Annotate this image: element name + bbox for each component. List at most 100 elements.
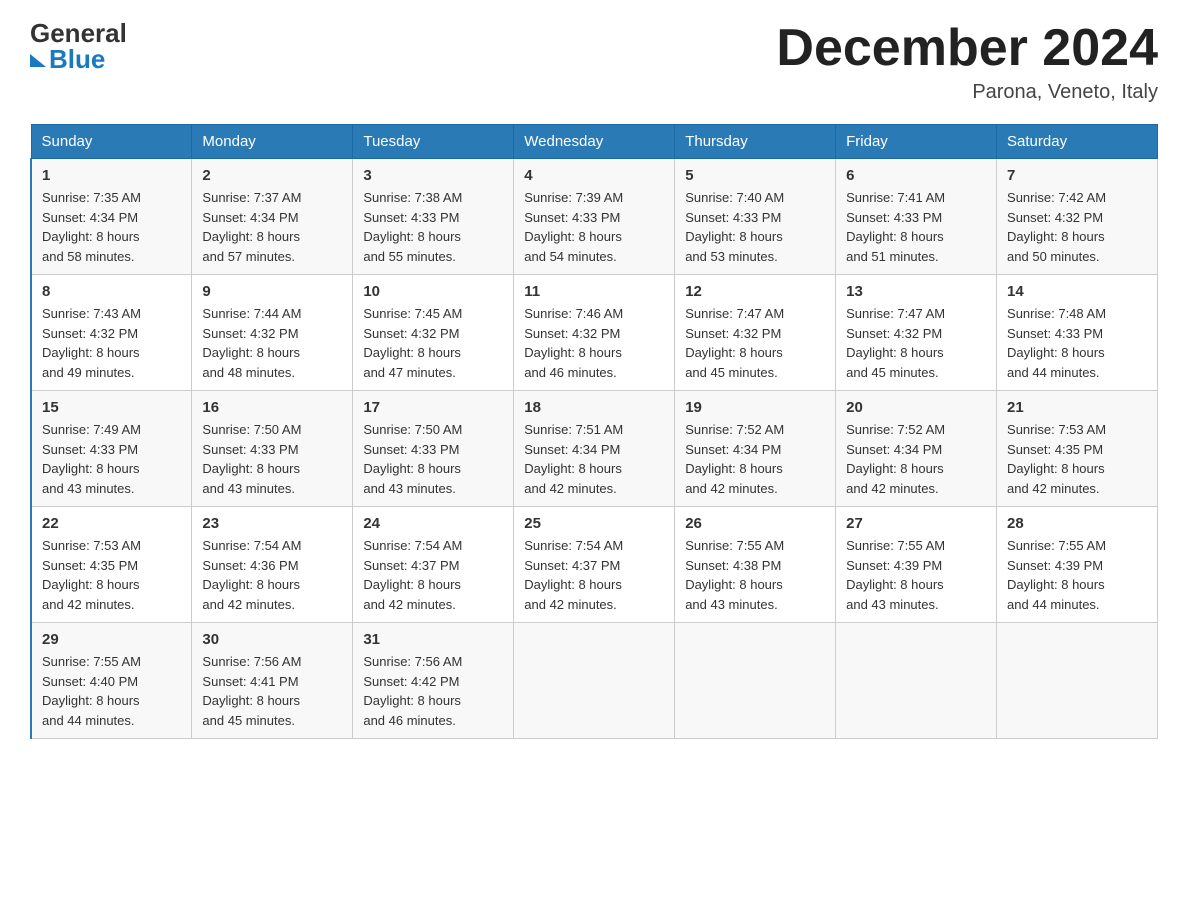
- calendar-cell: 20 Sunrise: 7:52 AM Sunset: 4:34 PM Dayl…: [836, 391, 997, 507]
- day-info: Sunrise: 7:54 AM Sunset: 4:37 PM Dayligh…: [363, 536, 503, 614]
- col-header-friday: Friday: [836, 125, 997, 159]
- day-number: 26: [685, 515, 825, 532]
- day-info: Sunrise: 7:35 AM Sunset: 4:34 PM Dayligh…: [42, 188, 181, 266]
- day-number: 5: [685, 167, 825, 184]
- location: Parona, Veneto, Italy: [776, 81, 1158, 104]
- day-number: 11: [524, 283, 664, 300]
- day-info: Sunrise: 7:44 AM Sunset: 4:32 PM Dayligh…: [202, 304, 342, 382]
- logo: General Blue: [30, 20, 127, 72]
- calendar-cell: 3 Sunrise: 7:38 AM Sunset: 4:33 PM Dayli…: [353, 159, 514, 275]
- day-info: Sunrise: 7:56 AM Sunset: 4:42 PM Dayligh…: [363, 652, 503, 730]
- col-header-wednesday: Wednesday: [514, 125, 675, 159]
- week-row-4: 22 Sunrise: 7:53 AM Sunset: 4:35 PM Dayl…: [31, 507, 1158, 623]
- day-number: 22: [42, 515, 181, 532]
- day-number: 1: [42, 167, 181, 184]
- day-info: Sunrise: 7:43 AM Sunset: 4:32 PM Dayligh…: [42, 304, 181, 382]
- day-info: Sunrise: 7:41 AM Sunset: 4:33 PM Dayligh…: [846, 188, 986, 266]
- week-row-3: 15 Sunrise: 7:49 AM Sunset: 4:33 PM Dayl…: [31, 391, 1158, 507]
- day-info: Sunrise: 7:38 AM Sunset: 4:33 PM Dayligh…: [363, 188, 503, 266]
- col-header-saturday: Saturday: [997, 125, 1158, 159]
- day-number: 9: [202, 283, 342, 300]
- day-number: 4: [524, 167, 664, 184]
- calendar-cell: 30 Sunrise: 7:56 AM Sunset: 4:41 PM Dayl…: [192, 623, 353, 739]
- day-info: Sunrise: 7:50 AM Sunset: 4:33 PM Dayligh…: [202, 420, 342, 498]
- week-row-2: 8 Sunrise: 7:43 AM Sunset: 4:32 PM Dayli…: [31, 275, 1158, 391]
- day-info: Sunrise: 7:52 AM Sunset: 4:34 PM Dayligh…: [685, 420, 825, 498]
- calendar-cell: 31 Sunrise: 7:56 AM Sunset: 4:42 PM Dayl…: [353, 623, 514, 739]
- title-section: December 2024 Parona, Veneto, Italy: [776, 20, 1158, 104]
- calendar-cell: [836, 623, 997, 739]
- calendar-cell: 5 Sunrise: 7:40 AM Sunset: 4:33 PM Dayli…: [675, 159, 836, 275]
- day-info: Sunrise: 7:42 AM Sunset: 4:32 PM Dayligh…: [1007, 188, 1147, 266]
- day-number: 7: [1007, 167, 1147, 184]
- day-info: Sunrise: 7:50 AM Sunset: 4:33 PM Dayligh…: [363, 420, 503, 498]
- logo-triangle-icon: [30, 54, 46, 67]
- day-number: 21: [1007, 399, 1147, 416]
- col-header-tuesday: Tuesday: [353, 125, 514, 159]
- day-info: Sunrise: 7:53 AM Sunset: 4:35 PM Dayligh…: [42, 536, 181, 614]
- day-info: Sunrise: 7:55 AM Sunset: 4:39 PM Dayligh…: [846, 536, 986, 614]
- calendar-cell: 11 Sunrise: 7:46 AM Sunset: 4:32 PM Dayl…: [514, 275, 675, 391]
- day-number: 29: [42, 631, 181, 648]
- day-info: Sunrise: 7:47 AM Sunset: 4:32 PM Dayligh…: [846, 304, 986, 382]
- day-info: Sunrise: 7:51 AM Sunset: 4:34 PM Dayligh…: [524, 420, 664, 498]
- calendar-cell: 15 Sunrise: 7:49 AM Sunset: 4:33 PM Dayl…: [31, 391, 192, 507]
- calendar-cell: 21 Sunrise: 7:53 AM Sunset: 4:35 PM Dayl…: [997, 391, 1158, 507]
- calendar-cell: 12 Sunrise: 7:47 AM Sunset: 4:32 PM Dayl…: [675, 275, 836, 391]
- day-number: 8: [42, 283, 181, 300]
- day-number: 18: [524, 399, 664, 416]
- logo-texts: General Blue: [30, 20, 127, 72]
- day-info: Sunrise: 7:55 AM Sunset: 4:40 PM Dayligh…: [42, 652, 181, 730]
- col-header-thursday: Thursday: [675, 125, 836, 159]
- calendar-cell: 4 Sunrise: 7:39 AM Sunset: 4:33 PM Dayli…: [514, 159, 675, 275]
- calendar-cell: [997, 623, 1158, 739]
- day-info: Sunrise: 7:45 AM Sunset: 4:32 PM Dayligh…: [363, 304, 503, 382]
- day-info: Sunrise: 7:39 AM Sunset: 4:33 PM Dayligh…: [524, 188, 664, 266]
- week-row-1: 1 Sunrise: 7:35 AM Sunset: 4:34 PM Dayli…: [31, 159, 1158, 275]
- day-number: 14: [1007, 283, 1147, 300]
- calendar-header-row: SundayMondayTuesdayWednesdayThursdayFrid…: [31, 125, 1158, 159]
- day-info: Sunrise: 7:54 AM Sunset: 4:36 PM Dayligh…: [202, 536, 342, 614]
- day-number: 6: [846, 167, 986, 184]
- calendar-cell: 13 Sunrise: 7:47 AM Sunset: 4:32 PM Dayl…: [836, 275, 997, 391]
- calendar-cell: 28 Sunrise: 7:55 AM Sunset: 4:39 PM Dayl…: [997, 507, 1158, 623]
- week-row-5: 29 Sunrise: 7:55 AM Sunset: 4:40 PM Dayl…: [31, 623, 1158, 739]
- calendar-table: SundayMondayTuesdayWednesdayThursdayFrid…: [30, 124, 1158, 739]
- calendar-cell: 23 Sunrise: 7:54 AM Sunset: 4:36 PM Dayl…: [192, 507, 353, 623]
- logo-blue: Blue: [30, 46, 127, 72]
- calendar-cell: 24 Sunrise: 7:54 AM Sunset: 4:37 PM Dayl…: [353, 507, 514, 623]
- day-info: Sunrise: 7:46 AM Sunset: 4:32 PM Dayligh…: [524, 304, 664, 382]
- day-number: 28: [1007, 515, 1147, 532]
- day-number: 10: [363, 283, 503, 300]
- calendar-cell: [514, 623, 675, 739]
- day-number: 13: [846, 283, 986, 300]
- calendar-cell: 9 Sunrise: 7:44 AM Sunset: 4:32 PM Dayli…: [192, 275, 353, 391]
- col-header-sunday: Sunday: [31, 125, 192, 159]
- day-info: Sunrise: 7:55 AM Sunset: 4:39 PM Dayligh…: [1007, 536, 1147, 614]
- calendar-cell: 25 Sunrise: 7:54 AM Sunset: 4:37 PM Dayl…: [514, 507, 675, 623]
- calendar-cell: 19 Sunrise: 7:52 AM Sunset: 4:34 PM Dayl…: [675, 391, 836, 507]
- day-info: Sunrise: 7:53 AM Sunset: 4:35 PM Dayligh…: [1007, 420, 1147, 498]
- calendar-cell: 17 Sunrise: 7:50 AM Sunset: 4:33 PM Dayl…: [353, 391, 514, 507]
- logo-general: General: [30, 20, 127, 46]
- calendar-cell: 16 Sunrise: 7:50 AM Sunset: 4:33 PM Dayl…: [192, 391, 353, 507]
- calendar-cell: 8 Sunrise: 7:43 AM Sunset: 4:32 PM Dayli…: [31, 275, 192, 391]
- calendar-cell: 29 Sunrise: 7:55 AM Sunset: 4:40 PM Dayl…: [31, 623, 192, 739]
- day-number: 27: [846, 515, 986, 532]
- day-info: Sunrise: 7:48 AM Sunset: 4:33 PM Dayligh…: [1007, 304, 1147, 382]
- day-number: 31: [363, 631, 503, 648]
- calendar-cell: [675, 623, 836, 739]
- day-number: 15: [42, 399, 181, 416]
- day-info: Sunrise: 7:49 AM Sunset: 4:33 PM Dayligh…: [42, 420, 181, 498]
- day-number: 20: [846, 399, 986, 416]
- day-number: 25: [524, 515, 664, 532]
- calendar-cell: 6 Sunrise: 7:41 AM Sunset: 4:33 PM Dayli…: [836, 159, 997, 275]
- calendar-cell: 27 Sunrise: 7:55 AM Sunset: 4:39 PM Dayl…: [836, 507, 997, 623]
- month-title: December 2024: [776, 20, 1158, 77]
- calendar-cell: 1 Sunrise: 7:35 AM Sunset: 4:34 PM Dayli…: [31, 159, 192, 275]
- day-number: 17: [363, 399, 503, 416]
- calendar-cell: 7 Sunrise: 7:42 AM Sunset: 4:32 PM Dayli…: [997, 159, 1158, 275]
- day-number: 30: [202, 631, 342, 648]
- day-info: Sunrise: 7:55 AM Sunset: 4:38 PM Dayligh…: [685, 536, 825, 614]
- day-info: Sunrise: 7:54 AM Sunset: 4:37 PM Dayligh…: [524, 536, 664, 614]
